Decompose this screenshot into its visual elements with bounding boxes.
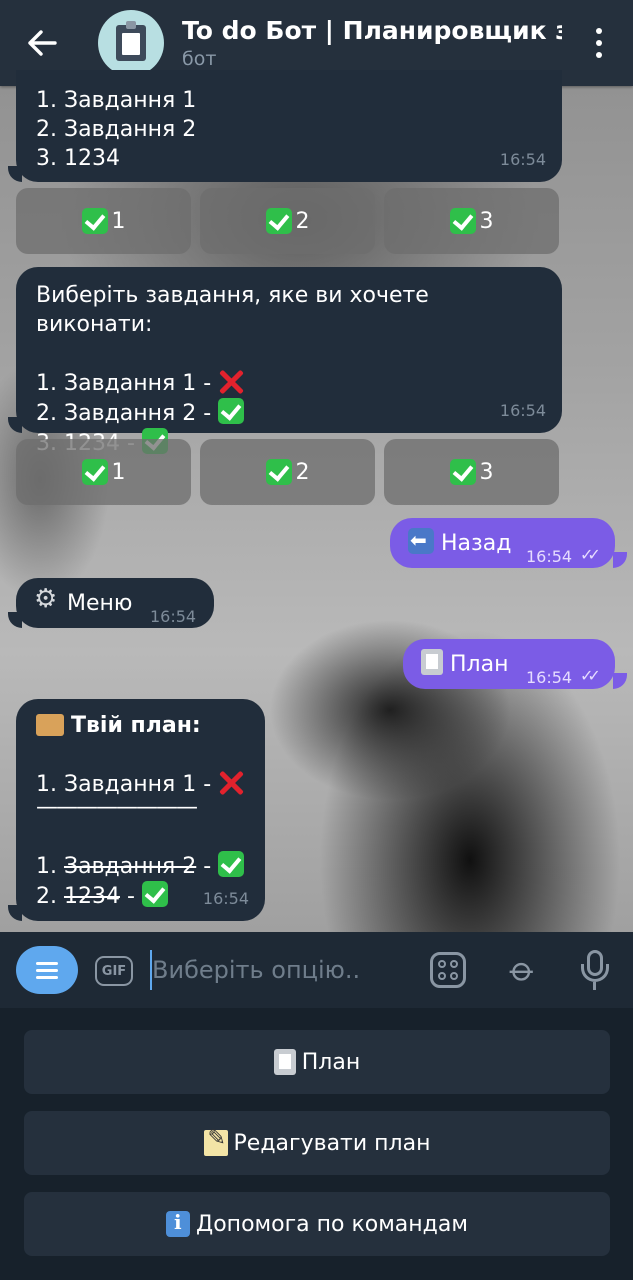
reply-keyboard: План Редагувати план Допомога по команда… <box>0 1008 633 1280</box>
message-time: 16:54 <box>499 150 546 169</box>
message-input[interactable] <box>150 950 410 990</box>
check-mark-icon <box>265 459 292 485</box>
button-label: 2 <box>295 459 310 485</box>
chat-title: To do Бот | Планировщик задач <box>182 16 562 45</box>
clipboard-icon <box>273 1049 296 1075</box>
memo-icon <box>203 1126 228 1156</box>
plan-title: Твій план: <box>36 711 245 740</box>
message-bubble: Виберіть завдання, яке ви хочете виконат… <box>16 267 562 456</box>
back-arrow-icon <box>408 526 434 555</box>
help-button[interactable]: Допомога по командам <box>24 1192 610 1256</box>
message-text: Меню <box>67 591 133 616</box>
plan-button[interactable]: План <box>24 1030 610 1094</box>
plan-title-text: Твій план: <box>71 713 201 738</box>
edit-plan-button[interactable]: Редагувати план <box>24 1111 610 1175</box>
read-receipt-icon: ✓✓ <box>580 666 601 685</box>
button-label: Редагувати план <box>233 1130 431 1156</box>
message-text: Назад <box>441 531 512 556</box>
task-line: 1. Завдання 1 - <box>36 368 542 398</box>
task-dash: - <box>196 854 219 879</box>
card-index-dividers-icon <box>36 714 64 736</box>
cross-mark-icon <box>218 769 244 795</box>
inline-button-1[interactable]: 1 <box>16 188 191 254</box>
inline-button-3[interactable]: 3 <box>384 439 559 505</box>
clipboard-icon <box>116 21 146 61</box>
check-mark-icon <box>449 459 476 485</box>
message-line: 2. Завдання 2 <box>36 117 197 142</box>
outgoing-message: План 16:54 ✓✓ <box>403 639 615 689</box>
message-time: 16:54 <box>202 889 249 908</box>
stickers-icon[interactable] <box>430 952 466 988</box>
clipboard-icon <box>421 649 443 675</box>
outgoing-message: Назад 16:54 ✓✓ <box>390 518 615 568</box>
done-task-line: 1. Завдання 2 - <box>36 851 245 881</box>
check-mark-icon <box>449 208 476 234</box>
check-mark-icon <box>218 398 245 424</box>
chat-title-block[interactable]: To do Бот | Планировщик задач бот <box>182 15 562 71</box>
message-bubble: Меню 16:54 <box>16 578 214 628</box>
arrow-left-icon <box>28 30 57 56</box>
message-bubble: Твій план: 1. Завдання 1 - ———————— 1. З… <box>16 699 265 921</box>
gif-icon[interactable]: GIF <box>95 956 133 986</box>
message-time: 16:54 <box>150 607 197 626</box>
microphone-icon[interactable] <box>580 950 610 992</box>
check-mark-icon <box>265 208 292 234</box>
chat-subtitle: бот <box>182 48 217 70</box>
check-mark-icon <box>141 881 168 907</box>
task-text: 1. Завдання 1 - <box>36 371 219 396</box>
message-bubble: 1. Завдання 1 2. Завдання 2 3. 1234 16:5… <box>16 70 562 182</box>
message-text: План <box>450 652 509 677</box>
more-options-icon[interactable] <box>589 28 609 58</box>
bot-keyboard-toggle[interactable] <box>16 946 78 994</box>
inline-button-3[interactable]: 3 <box>384 188 559 254</box>
check-mark-icon <box>81 208 108 234</box>
task-text: 1234 <box>63 884 120 909</box>
button-label: 3 <box>479 459 494 485</box>
task-number: 2. <box>36 884 64 909</box>
inline-button-2[interactable]: 2 <box>200 188 375 254</box>
task-text: Завдання 2 <box>63 854 197 879</box>
message-line: 1. Завдання 1 <box>36 88 197 113</box>
check-mark-icon <box>218 851 245 877</box>
message-time: 16:54 <box>526 668 573 687</box>
inline-button-1[interactable]: 1 <box>16 439 191 505</box>
message-time: 16:54 <box>499 401 546 420</box>
info-icon <box>166 1210 191 1237</box>
cross-mark-icon <box>218 368 244 394</box>
task-number: 1. <box>36 854 64 879</box>
button-label: 1 <box>111 459 126 485</box>
task-dash: - <box>119 884 142 909</box>
check-mark-icon <box>81 459 108 485</box>
read-receipt-icon: ✓✓ <box>580 545 601 564</box>
avatar[interactable] <box>98 10 164 76</box>
task-line: 2. Завдання 2 - <box>36 398 542 428</box>
button-label: 2 <box>295 208 310 234</box>
button-label: План <box>301 1049 361 1075</box>
inline-button-2[interactable]: 2 <box>200 439 375 505</box>
button-label: Допомога по командам <box>196 1211 468 1237</box>
button-label: 1 <box>111 208 126 234</box>
message-input-bar: GIF ⌀ <box>0 932 633 1008</box>
gear-icon <box>34 585 60 614</box>
message-title: Виберіть завдання, яке ви хочете виконат… <box>36 283 429 337</box>
paperclip-icon[interactable]: ⌀ <box>496 943 550 997</box>
message-time: 16:54 <box>526 547 573 566</box>
message-line: 3. 1234 <box>36 146 120 171</box>
button-label: 3 <box>479 208 494 234</box>
task-text: 2. Завдання 2 - <box>36 401 219 426</box>
